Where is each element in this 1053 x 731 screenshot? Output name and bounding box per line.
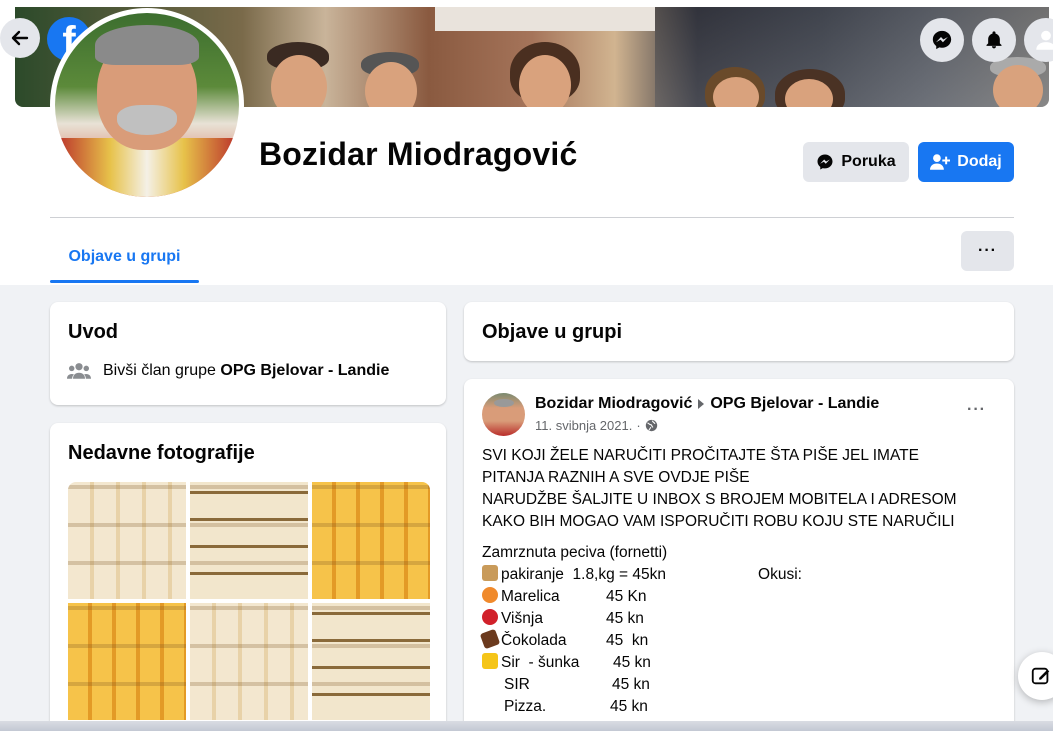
add-friend-icon: [930, 154, 951, 170]
header-divider: [50, 217, 1014, 218]
menu-item: Višnja 45 kn: [482, 608, 992, 630]
package-icon: [482, 565, 498, 581]
photo-thumbnail[interactable]: [312, 603, 430, 720]
photo-thumbnail[interactable]: [68, 482, 186, 599]
post-author-name[interactable]: Bozidar Miodragović: [535, 395, 692, 413]
packaging-line: pakiranje 1.8,kg = 45kn Okusi:: [482, 564, 992, 586]
meta-separator: ·: [636, 418, 641, 433]
globe-icon: [645, 419, 657, 432]
add-friend-label: Dodaj: [957, 153, 1002, 170]
profile-name: Bozidar Miodragović: [259, 136, 578, 172]
posts-section-title: Objave u grupi: [482, 321, 623, 343]
post-author-avatar[interactable]: [482, 393, 525, 436]
notifications-bell-icon: [986, 31, 1002, 49]
flavours-label: Okusi:: [758, 566, 802, 583]
post-text-line: NARUDŽBE ŠALJITE U INBOX S BROJEM MOBITE…: [482, 491, 957, 508]
menu-item: Čokolada 45 kn: [479, 628, 992, 652]
message-button[interactable]: Poruka: [803, 142, 909, 182]
message-button-label: Poruka: [841, 153, 896, 170]
photo-grid: [68, 482, 430, 720]
chocolate-icon: [479, 628, 501, 650]
recent-photos-title: Nedavne fotografije: [68, 442, 255, 464]
compose-icon: [1031, 667, 1050, 685]
window-bottom-edge: [0, 721, 1053, 731]
group-icon: [67, 363, 91, 379]
photo-thumbnail[interactable]: [68, 603, 186, 720]
post-options-button[interactable]: ···: [967, 401, 986, 419]
post-text-line: PITANJA RAZNIH A SVE OVDJE PIŠE: [482, 469, 750, 486]
photo-thumbnail[interactable]: [190, 482, 308, 599]
post-text-line: KAKO BIH MOGAO VAM ISPORUČITI ROBU KOJU …: [482, 513, 955, 530]
messenger-icon: [817, 154, 833, 170]
former-member-info: Bivši član grupe OPG Bjelovar - Landie: [67, 362, 389, 380]
post-meta: 11. svibnja 2021. ·: [535, 418, 658, 433]
menu-item: Pizza. 45 kn: [504, 698, 648, 715]
new-message-button[interactable]: [1018, 652, 1053, 700]
group-post: Bozidar Miodragović OPG Bjelovar - Landi…: [464, 379, 1014, 731]
notifications-button[interactable]: [972, 18, 1016, 62]
tab-group-posts[interactable]: Objave u grupi: [50, 230, 199, 284]
intro-card: Uvod Bivši član grupe OPG Bjelovar - Lan…: [50, 302, 446, 405]
intro-title: Uvod: [68, 321, 118, 343]
profile-picture[interactable]: [50, 8, 244, 202]
menu-item: SIR 45 kn: [504, 676, 650, 693]
menu-title: Zamrznuta peciva (fornetti): [482, 544, 668, 561]
messenger-icon: [932, 30, 952, 50]
posts-section-header: Objave u grupi: [464, 302, 1014, 361]
post-date[interactable]: 11. svibnja 2021.: [535, 418, 632, 433]
cherry-icon: [482, 609, 498, 625]
photo-thumbnail[interactable]: [190, 603, 308, 720]
messenger-button[interactable]: [920, 18, 964, 62]
photo-thumbnail[interactable]: [312, 482, 430, 599]
menu-item: Sir - šunka 45 kn: [482, 652, 992, 674]
post-content: SVI KOJI ŽELE NARUČITI PROČITAJTE ŠTA PI…: [479, 445, 992, 718]
caret-right-icon: [698, 399, 705, 409]
former-member-text: Bivši član grupe: [103, 362, 216, 379]
back-button[interactable]: [0, 18, 40, 58]
add-friend-button[interactable]: Dodaj: [918, 142, 1014, 182]
post-text-line: SVI KOJI ŽELE NARUČITI PROČITAJTE ŠTA PI…: [482, 447, 919, 464]
account-icon: [1036, 30, 1053, 50]
more-options-button[interactable]: ···: [961, 231, 1014, 271]
post-author-line: Bozidar Miodragović OPG Bjelovar - Landi…: [535, 395, 879, 413]
cheese-icon: [482, 653, 498, 669]
apricot-icon: [482, 587, 498, 603]
post-group-name[interactable]: OPG Bjelovar - Landie: [710, 395, 879, 413]
arrow-left-icon: [11, 30, 29, 46]
active-tab-indicator: [50, 280, 199, 283]
menu-item: Marelica 45 Kn: [482, 586, 992, 608]
recent-photos-card: Nedavne fotografije: [50, 423, 446, 731]
group-link[interactable]: OPG Bjelovar - Landie: [220, 362, 389, 379]
